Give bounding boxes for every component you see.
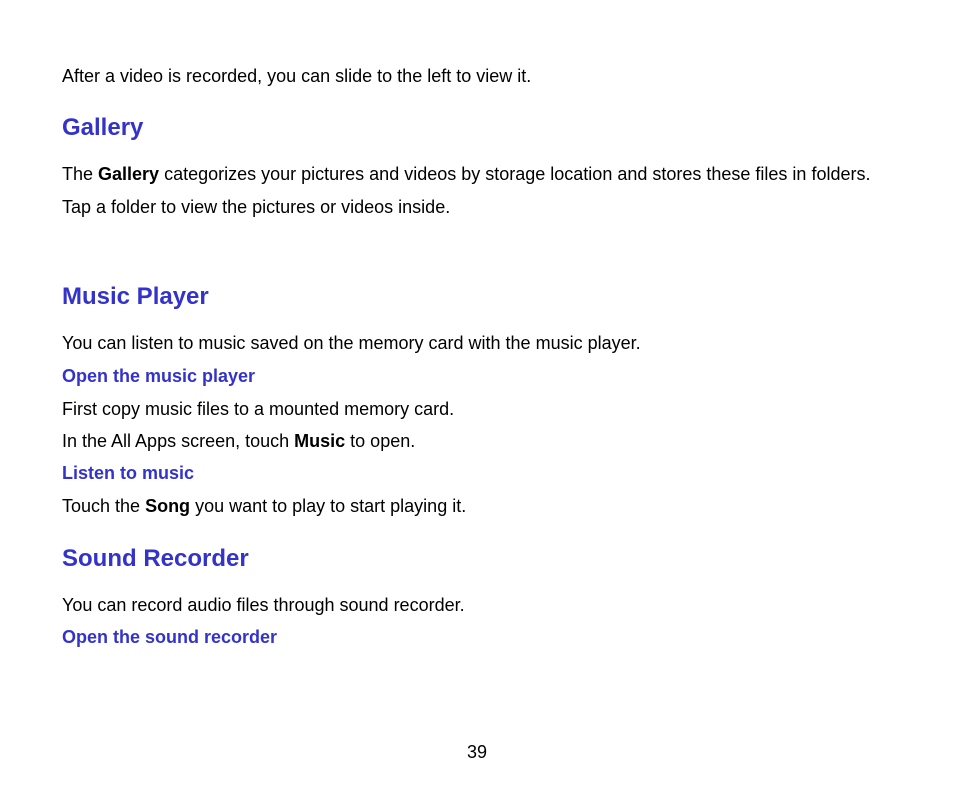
listen-line-bold: Song bbox=[145, 496, 190, 516]
gallery-text-bold: Gallery bbox=[98, 164, 159, 184]
spacer bbox=[62, 237, 892, 261]
intro-paragraph: After a video is recorded, you can slide… bbox=[62, 60, 892, 92]
open-music-line2: In the All Apps screen, touch Music to o… bbox=[62, 425, 892, 457]
listen-to-music-heading: Listen to music bbox=[62, 463, 892, 484]
gallery-heading: Gallery bbox=[62, 114, 892, 142]
gallery-paragraph: The Gallery categorizes your pictures an… bbox=[62, 158, 892, 223]
listen-line-pre: Touch the bbox=[62, 496, 145, 516]
open-music-line2-post: to open. bbox=[345, 431, 415, 451]
music-player-heading: Music Player bbox=[62, 283, 892, 311]
document-page: After a video is recorded, you can slide… bbox=[0, 0, 954, 789]
open-music-line2-pre: In the All Apps screen, touch bbox=[62, 431, 294, 451]
sound-intro-paragraph: You can record audio files through sound… bbox=[62, 589, 892, 621]
sound-recorder-heading: Sound Recorder bbox=[62, 545, 892, 573]
listen-line: Touch the Song you want to play to start… bbox=[62, 490, 892, 522]
open-music-player-heading: Open the music player bbox=[62, 366, 892, 387]
open-sound-recorder-heading: Open the sound recorder bbox=[62, 627, 892, 648]
listen-line-post: you want to play to start playing it. bbox=[190, 496, 466, 516]
open-music-line1: First copy music files to a mounted memo… bbox=[62, 393, 892, 425]
open-music-line2-bold: Music bbox=[294, 431, 345, 451]
page-number: 39 bbox=[0, 742, 954, 763]
music-intro-paragraph: You can listen to music saved on the mem… bbox=[62, 327, 892, 359]
gallery-text-pre: The bbox=[62, 164, 98, 184]
gallery-text-post: categorizes your pictures and videos by … bbox=[62, 164, 870, 216]
